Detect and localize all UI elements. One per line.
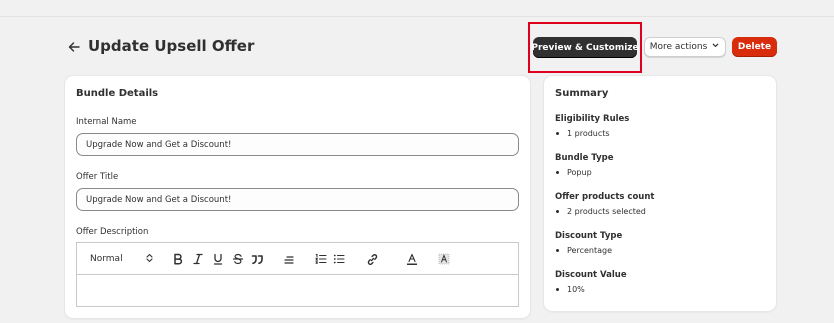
highlight-box [528,22,642,73]
underline-icon[interactable] [211,251,225,267]
ordered-list-icon[interactable] [314,251,328,267]
list-item: 1 products [555,129,610,138]
italic-icon[interactable] [191,251,205,267]
strikethrough-icon[interactable] [231,251,245,267]
chevron-down-icon [711,41,720,53]
offer-title-input[interactable] [76,188,519,211]
offer-products-count-value: 2 products selected [567,207,646,216]
back-arrow-icon[interactable] [66,39,82,55]
offer-title-label: Offer Title [76,172,119,182]
internal-name-input[interactable] [76,133,519,156]
eligibility-rules-heading: Eligibility Rules [555,114,630,124]
bullet-icon [556,171,559,174]
page-title: Update Upsell Offer [88,37,255,55]
offer-description-label: Offer Description [76,227,149,237]
bullet-icon [556,210,559,213]
more-actions-label: More actions [649,42,708,52]
top-divider [0,16,834,17]
bullet-list-icon[interactable] [332,251,346,267]
editor-toolbar: Normal [77,243,518,275]
bundle-details-title: Bundle Details [76,88,159,99]
bundle-type-value: Popup [567,168,592,177]
internal-name-label: Internal Name [76,117,137,127]
bundle-details-card: Bundle Details Internal Name Offer Title… [65,76,530,318]
discount-value-value: 10% [567,285,585,294]
summary-title: Summary [555,88,609,99]
background-color-icon[interactable] [437,251,451,267]
eligibility-rules-value: 1 products [567,129,610,138]
editor-content-area[interactable] [77,275,518,306]
bullet-icon [556,249,559,252]
text-format-select[interactable]: Normal [85,251,155,267]
discount-value-heading: Discount Value [555,270,627,280]
list-item: Popup [555,168,592,177]
list-item: Percentage [555,246,612,255]
offer-description-editor[interactable]: Normal [76,242,519,307]
bold-icon[interactable] [171,251,185,267]
list-item: 2 products selected [555,207,646,216]
select-arrows-icon [146,253,153,266]
text-color-icon[interactable] [405,251,419,267]
discount-type-value: Percentage [567,246,613,255]
discount-type-heading: Discount Type [555,231,623,241]
quote-icon[interactable] [249,251,265,267]
summary-card: Summary Eligibility Rules 1 products Bun… [544,76,776,311]
text-format-value: Normal [90,254,123,264]
delete-button[interactable]: Delete [732,37,777,57]
offer-products-count-heading: Offer products count [555,192,655,202]
more-actions-button[interactable]: More actions [644,37,726,57]
bullet-icon [556,132,559,135]
bundle-type-heading: Bundle Type [555,153,614,163]
list-item: 10% [555,285,585,294]
align-icon[interactable] [282,251,296,267]
bullet-icon [556,288,559,291]
link-icon[interactable] [365,251,380,267]
